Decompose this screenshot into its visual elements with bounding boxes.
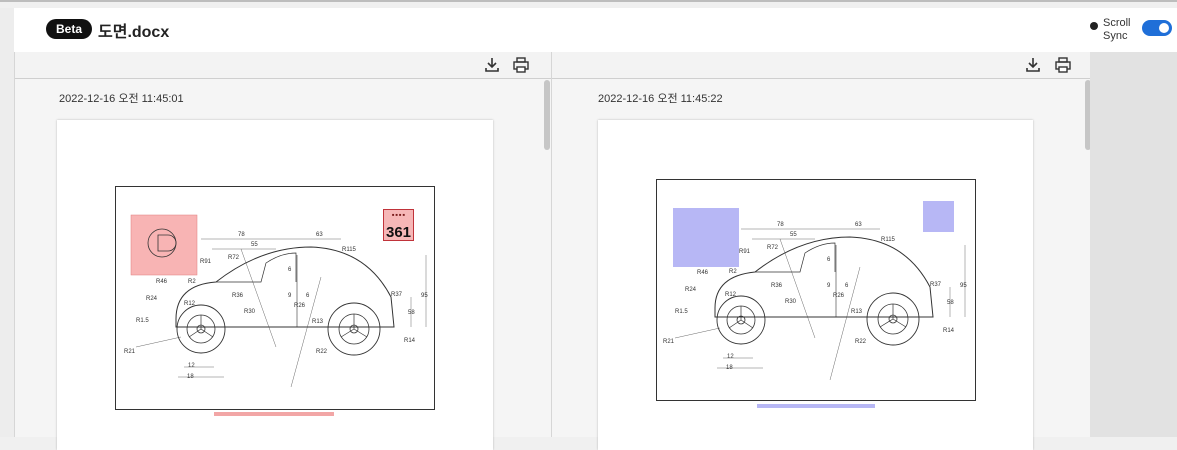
svg-text:R14: R14 — [404, 338, 416, 344]
svg-text:78: 78 — [777, 222, 784, 228]
stamp-number: 361 — [385, 224, 412, 241]
svg-text:R14: R14 — [943, 328, 955, 334]
stamp-caption: ■ ■ ■ ■ — [392, 212, 405, 217]
left-document-pane: 2022-12-16 오전 11:45:01 78 55 63 R115 R91… — [14, 52, 551, 450]
header-bar: Beta 도면.docx Scroll Sync — [14, 8, 1177, 52]
left-drawing-frame: 78 55 63 R115 R91 R72 R46 R2 R24 R12 R36 R30 R26… — [115, 186, 435, 410]
svg-text:R13: R13 — [851, 309, 863, 315]
svg-text:R91: R91 — [200, 259, 212, 265]
svg-text:R115: R115 — [881, 237, 896, 243]
right-footer-highlight — [757, 404, 875, 408]
svg-text:R115: R115 — [342, 247, 357, 253]
left-page: 78 55 63 R115 R91 R72 R46 R2 R24 R12 R36 R30 R26… — [57, 120, 493, 450]
svg-text:R1.5: R1.5 — [136, 318, 149, 324]
download-icon[interactable] — [483, 56, 501, 74]
svg-text:18: 18 — [726, 365, 733, 371]
download-icon[interactable] — [1024, 56, 1042, 74]
right-timestamp: 2022-12-16 오전 11:45:22 — [598, 93, 723, 105]
svg-text:R91: R91 — [739, 249, 751, 255]
svg-text:R1.5: R1.5 — [675, 309, 688, 315]
svg-text:R72: R72 — [228, 255, 240, 261]
scroll-sync-toggle[interactable] — [1142, 20, 1172, 36]
svg-text:95: 95 — [960, 283, 967, 289]
svg-text:58: 58 — [408, 310, 415, 316]
right-drawing-frame: 78 55 63 R115 R91 R72 R46 R2 R24 R12 R36 R30 R26… — [656, 179, 976, 401]
svg-text:R72: R72 — [767, 245, 779, 251]
svg-text:9: 9 — [827, 283, 831, 289]
svg-text:R12: R12 — [725, 292, 737, 298]
svg-text:R46: R46 — [156, 279, 168, 285]
svg-text:55: 55 — [251, 242, 258, 248]
left-title-stamp: ■ ■ ■ ■ 361 — [383, 209, 414, 241]
print-icon[interactable] — [1054, 56, 1072, 74]
svg-text:R46: R46 — [697, 270, 709, 276]
left-edge — [0, 8, 15, 437]
scroll-sync-label: Scroll Sync — [1103, 17, 1131, 42]
svg-text:58: 58 — [947, 300, 954, 306]
left-scroll-thumb[interactable] — [544, 80, 550, 150]
print-icon[interactable] — [512, 56, 530, 74]
svg-text:12: 12 — [727, 354, 734, 360]
svg-text:6: 6 — [845, 283, 849, 289]
document-title: 도면.docx — [98, 24, 170, 41]
right-document-pane: 2022-12-16 오전 11:45:22 78 55 63 R115 R91… — [551, 52, 1091, 450]
svg-text:6: 6 — [827, 257, 831, 263]
svg-text:12: 12 — [188, 363, 195, 369]
left-timestamp: 2022-12-16 오전 11:45:01 — [59, 93, 184, 105]
svg-text:9: 9 — [288, 293, 292, 299]
svg-text:63: 63 — [316, 232, 323, 238]
svg-text:R2: R2 — [729, 269, 737, 275]
svg-text:R24: R24 — [685, 287, 697, 293]
svg-text:63: 63 — [855, 222, 862, 228]
info-icon — [1090, 22, 1098, 30]
svg-text:18: 18 — [187, 374, 194, 380]
svg-text:55: 55 — [790, 232, 797, 238]
svg-text:R21: R21 — [124, 349, 136, 355]
svg-text:R13: R13 — [312, 319, 324, 325]
svg-text:6: 6 — [288, 267, 292, 273]
svg-text:R24: R24 — [146, 296, 158, 302]
svg-text:R37: R37 — [930, 282, 942, 288]
right-page: 78 55 63 R115 R91 R72 R46 R2 R24 R12 R36 R30 R26… — [598, 120, 1033, 450]
svg-text:R21: R21 — [663, 339, 675, 345]
svg-text:R36: R36 — [771, 283, 783, 289]
left-footer-highlight — [214, 412, 334, 416]
right-toolbar — [552, 52, 1091, 79]
right-gutter — [1090, 52, 1177, 437]
svg-text:95: 95 — [421, 293, 428, 299]
svg-text:R37: R37 — [391, 292, 403, 298]
svg-text:R26: R26 — [833, 293, 845, 299]
beta-badge: Beta — [46, 19, 93, 39]
svg-text:78: 78 — [238, 232, 245, 238]
svg-text:R30: R30 — [244, 309, 256, 315]
svg-text:R22: R22 — [316, 349, 328, 355]
svg-text:R36: R36 — [232, 293, 244, 299]
svg-text:R12: R12 — [184, 301, 196, 307]
left-scrollbar[interactable] — [544, 80, 550, 437]
svg-text:R2: R2 — [188, 279, 196, 285]
right-car-drawing: 78 55 63 R115 R91 R72 R46 R2 R24 R12 R36 R30 R26… — [663, 201, 967, 381]
left-toolbar — [15, 52, 551, 79]
svg-text:6: 6 — [306, 293, 310, 299]
svg-text:R22: R22 — [855, 339, 867, 345]
svg-text:R30: R30 — [785, 299, 797, 305]
svg-text:R26: R26 — [294, 303, 306, 309]
